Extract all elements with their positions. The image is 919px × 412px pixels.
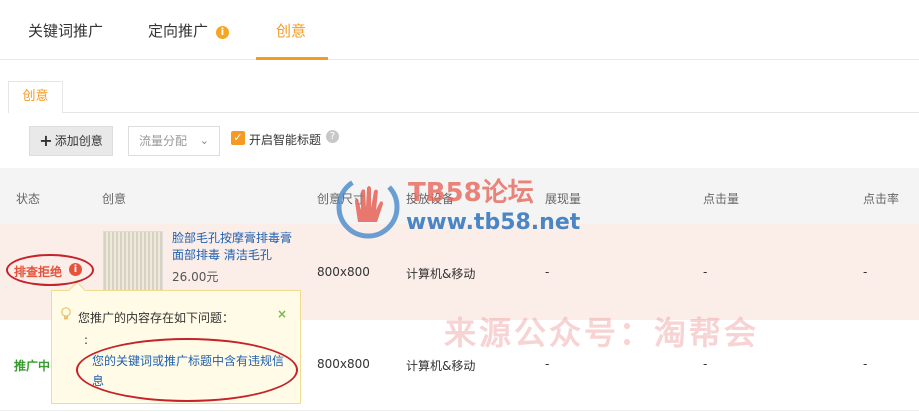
creative-size: 800x800 [317,265,370,279]
annotation-oval-message [76,338,298,402]
traffic-allocation-select[interactable]: 流量分配 ⌄ [128,126,220,156]
subtab-divider [8,112,919,113]
watermark-source: 来源公众号：淘帮会 [444,314,760,352]
tab-keyword-promotion[interactable]: 关键词推广 [28,20,103,41]
traffic-allocation-placeholder: 流量分配 [139,134,188,148]
col-ctr[interactable]: 点击率 [863,190,899,207]
row-divider [0,410,919,411]
tab-targeted-label: 定向推广 [148,22,209,40]
tab-creative[interactable]: 创意 [276,20,306,41]
subtab-creative[interactable]: 创意 [8,81,63,113]
top-tab-bar: 关键词推广 定向推广 i 创意 [0,0,919,60]
watermark-logo [336,175,400,239]
ctr: - [863,265,868,279]
watermark-title: TB58论坛 [408,178,534,208]
add-creative-button[interactable]: + 添加创意 [29,126,113,156]
close-icon[interactable]: × [277,307,287,321]
clicks: - [703,265,708,279]
add-creative-label: 添加创意 [54,134,103,148]
lightbulb-icon [61,307,71,320]
plus-icon: + [39,131,53,150]
creative-title-link[interactable]: 脸部毛孔按摩膏排毒膏面部排毒 清洁毛孔 [172,230,300,264]
col-status: 状态 [16,192,41,206]
clicks: - [703,357,708,371]
tab-targeted-promotion[interactable]: 定向推广 i [148,20,230,41]
ctr: - [863,357,868,371]
status-live: 推广中 [14,359,51,373]
col-impressions[interactable]: 展现量 [545,190,581,207]
creative-thumbnail[interactable] [103,231,163,293]
creative-size: 800x800 [317,357,370,371]
col-creative: 创意 [102,192,127,206]
watermark-url: www.tb58.net [406,210,581,235]
impressions: - [545,265,550,279]
col-clicks[interactable]: 点击量 [703,190,739,207]
smart-title-label[interactable]: 开启智能标题 [249,131,321,148]
help-icon[interactable]: ? [326,130,339,143]
device: 计算机&移动 [406,359,476,373]
annotation-oval-status [6,254,94,286]
creative-price: 26.00元 [172,270,219,284]
impressions: - [545,357,550,371]
info-icon[interactable]: i [216,26,230,39]
chevron-down-icon: ⌄ [199,134,209,147]
device: 计算机&移动 [406,267,476,281]
popover-bullet: : [84,333,89,347]
popover-title: 您推广的内容存在如下问题： [78,311,235,325]
smart-title-checkbox[interactable]: ✓ [231,131,245,145]
active-tab-underline [256,57,328,60]
